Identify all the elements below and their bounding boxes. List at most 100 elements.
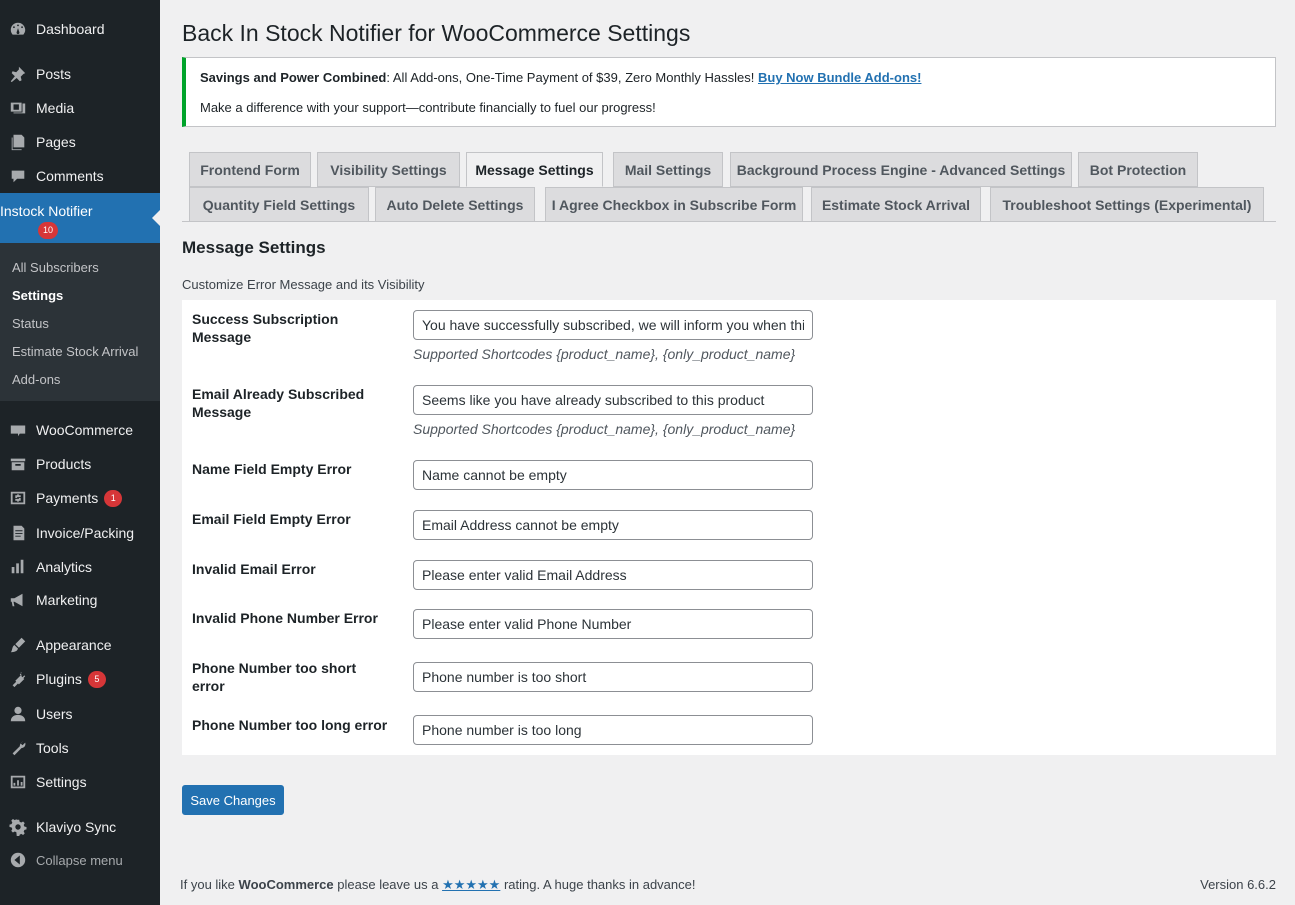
menu-label: Klaviyo Sync xyxy=(36,819,117,835)
settings-icon xyxy=(0,773,36,791)
tab-auto-delete-settings[interactable]: Auto Delete Settings xyxy=(375,187,535,222)
section-description: Customize Error Message and its Visibili… xyxy=(182,277,425,292)
menu-tools[interactable]: Tools xyxy=(0,731,160,765)
tab-frontend-form[interactable]: Frontend Form xyxy=(189,152,311,187)
brush-icon xyxy=(0,636,36,654)
menu-settings[interactable]: Settings xyxy=(0,765,160,799)
email-empty-error-input[interactable] xyxy=(413,510,813,540)
already-subscribed-message-input[interactable] xyxy=(413,385,813,415)
footer-brand: WooCommerce xyxy=(238,877,334,892)
notice-bold: Savings and Power Combined xyxy=(200,70,387,85)
admin-sidebar: Dashboard Posts Media Pages Comments Ins… xyxy=(0,0,160,905)
footer-suffix: rating. A huge thanks in advance! xyxy=(500,877,696,892)
version-label: Version 6.6.2 xyxy=(1200,877,1276,892)
menu-plugins[interactable]: Plugins 5 xyxy=(0,662,160,696)
menu-label: Invoice/Packing xyxy=(36,525,135,541)
menu-analytics[interactable]: Analytics xyxy=(0,550,160,584)
tab-estimate-stock-arrival[interactable]: Estimate Stock Arrival xyxy=(811,187,981,222)
submenu-add-ons[interactable]: Add-ons xyxy=(12,372,60,387)
analytics-icon xyxy=(0,558,36,576)
menu-label: Users xyxy=(36,706,73,722)
footer-middle: please leave us a xyxy=(333,877,443,892)
menu-posts[interactable]: Posts xyxy=(0,57,160,91)
notification-badge: 10 xyxy=(38,222,59,239)
tab-troubleshoot-settings[interactable]: Troubleshoot Settings (Experimental) xyxy=(990,187,1264,222)
rating-stars-link[interactable]: ★★★★★ xyxy=(442,877,500,892)
field-label: Email Already Subscribed Message xyxy=(192,386,365,420)
notice-line-2: Make a difference with your support—cont… xyxy=(200,100,656,115)
submenu: All Subscribers Settings Status Estimate… xyxy=(0,243,160,401)
menu-media[interactable]: Media xyxy=(0,91,160,125)
notification-badge: 1 xyxy=(104,489,123,507)
phone-too-long-error-input[interactable] xyxy=(413,715,813,745)
field-label: Email Field Empty Error xyxy=(192,511,351,527)
page-title: Back In Stock Notifier for WooCommerce S… xyxy=(182,20,691,46)
menu-label: Products xyxy=(36,456,92,472)
menu-label: Media xyxy=(36,100,75,116)
field-label: Invalid Phone Number Error xyxy=(192,610,378,626)
menu-appearance[interactable]: Appearance xyxy=(0,628,160,662)
tab-background-process-engine[interactable]: Background Process Engine - Advanced Set… xyxy=(730,152,1072,187)
invoice-icon xyxy=(0,524,36,542)
pin-icon xyxy=(0,65,36,83)
footer-rating: If you like WooCommerce please leave us … xyxy=(180,877,695,893)
collapse-icon xyxy=(0,851,36,869)
collapse-menu[interactable]: Collapse menu xyxy=(0,843,160,877)
wrench-icon xyxy=(0,739,36,757)
success-subscription-message-input[interactable] xyxy=(413,310,813,340)
menu-label: Appearance xyxy=(36,637,112,653)
menu-users[interactable]: Users xyxy=(0,697,160,731)
tab-quantity-field-settings[interactable]: Quantity Field Settings xyxy=(189,187,369,222)
settings-tabs: Frontend Form Visibility Settings Messag… xyxy=(182,150,1276,222)
notice-text: : All Add-ons, One-Time Payment of $39, … xyxy=(386,70,758,85)
shortcodes-hint: Supported Shortcodes {product_name}, {on… xyxy=(413,346,796,362)
tab-i-agree-checkbox[interactable]: I Agree Checkbox in Subscribe Form xyxy=(545,187,803,222)
menu-payments[interactable]: Payments 1 xyxy=(0,481,160,515)
payments-icon xyxy=(0,489,36,507)
menu-dashboard[interactable]: Dashboard xyxy=(0,12,160,46)
plug-icon xyxy=(0,670,36,688)
promo-notice: Savings and Power Combined: All Add-ons,… xyxy=(182,57,1276,127)
gear-icon xyxy=(0,818,36,836)
menu-products[interactable]: Products xyxy=(0,447,160,481)
menu-label: Dashboard xyxy=(36,21,105,37)
dashboard-icon xyxy=(0,20,36,38)
submenu-status[interactable]: Status xyxy=(12,316,49,331)
menu-marketing[interactable]: Marketing xyxy=(0,583,160,617)
user-icon xyxy=(0,705,36,723)
menu-label: Posts xyxy=(36,66,72,82)
submenu-all-subscribers[interactable]: All Subscribers xyxy=(12,260,99,275)
menu-label: Tools xyxy=(36,740,69,756)
menu-label: Payments xyxy=(36,490,99,506)
tab-mail-settings[interactable]: Mail Settings xyxy=(613,152,723,187)
menu-woocommerce[interactable]: WooCommerce xyxy=(0,413,160,447)
field-label: Phone Number too long error xyxy=(192,717,388,733)
menu-pages[interactable]: Pages xyxy=(0,125,160,159)
section-title: Message Settings xyxy=(182,238,326,257)
products-icon xyxy=(0,455,36,473)
menu-klaviyo-sync[interactable]: Klaviyo Sync xyxy=(0,810,160,844)
menu-label: Instock Notifier xyxy=(0,203,93,219)
megaphone-icon xyxy=(0,591,36,609)
tab-message-settings[interactable]: Message Settings xyxy=(466,152,603,187)
invalid-phone-error-input[interactable] xyxy=(413,609,813,639)
menu-label: Comments xyxy=(36,168,104,184)
submenu-settings[interactable]: Settings xyxy=(12,288,63,303)
save-changes-button[interactable]: Save Changes xyxy=(182,785,284,815)
menu-instock-notifier[interactable]: Instock Notifier 10 xyxy=(0,193,160,243)
tab-bot-protection[interactable]: Bot Protection xyxy=(1078,152,1198,187)
invalid-email-error-input[interactable] xyxy=(413,560,813,590)
name-empty-error-input[interactable] xyxy=(413,460,813,490)
footer-prefix: If you like xyxy=(180,877,239,892)
field-label: Phone Number too short error xyxy=(192,660,357,694)
notice-line-1: Savings and Power Combined: All Add-ons,… xyxy=(200,70,921,85)
menu-label: Plugins xyxy=(36,671,82,687)
tab-visibility-settings[interactable]: Visibility Settings xyxy=(317,152,460,187)
submenu-estimate-stock-arrival[interactable]: Estimate Stock Arrival xyxy=(12,344,138,359)
menu-label: Pages xyxy=(36,134,76,150)
menu-invoice-packing[interactable]: Invoice/Packing xyxy=(0,516,160,550)
menu-comments[interactable]: Comments xyxy=(0,159,160,193)
phone-too-short-error-input[interactable] xyxy=(413,662,813,692)
comments-icon xyxy=(0,167,36,185)
buy-bundle-link[interactable]: Buy Now Bundle Add-ons! xyxy=(758,70,921,85)
